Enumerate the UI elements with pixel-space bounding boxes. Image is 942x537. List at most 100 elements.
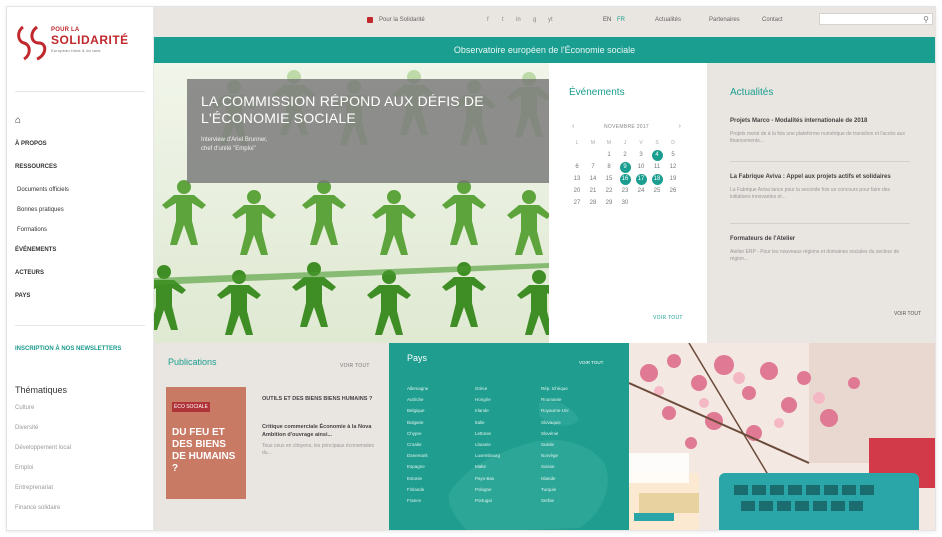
country-link[interactable]: Slovaquie [541, 417, 569, 428]
nav-contact[interactable]: Contact [762, 17, 783, 23]
calendar-day[interactable]: 8 [601, 161, 617, 173]
country-link[interactable]: Pays-Bas [475, 473, 500, 484]
sidebar-section[interactable]: À PROPOS [15, 139, 147, 149]
country-link[interactable]: Autriche [407, 394, 428, 405]
events-title[interactable]: Événements [569, 87, 625, 98]
sidebar-subitem[interactable]: Formations [15, 225, 147, 235]
country-link[interactable]: Estonie [407, 473, 428, 484]
theme-item[interactable]: Emploi [15, 465, 71, 471]
nav-partenaires[interactable]: Partenaires [709, 17, 740, 23]
sidebar-section[interactable]: PAYS [15, 291, 147, 301]
newsletter-link[interactable]: INSCRIPTION À NOS NEWSLETTERS [15, 345, 135, 354]
sidebar-subitem[interactable]: Bonnes pratiques [15, 205, 147, 215]
calendar-day[interactable]: 28 [585, 197, 601, 209]
calendar-day[interactable]: 27 [569, 197, 585, 209]
country-link[interactable]: Lettonie [475, 428, 500, 439]
calendar-day[interactable]: 18 [651, 173, 663, 185]
country-link[interactable]: Espagne [407, 461, 428, 472]
country-link[interactable]: Belgique [407, 405, 428, 416]
hero-title[interactable]: LA COMMISSION RÉPOND AUX DÉFIS DE L'ÉCON… [201, 93, 538, 127]
search-icon[interactable]: ⚲ [923, 15, 929, 24]
news-more-link[interactable]: VOIR TOUT [894, 311, 921, 317]
nav-actualites[interactable]: Actualités [655, 17, 681, 23]
calendar-day[interactable]: 4 [651, 149, 663, 161]
donate-link[interactable]: Pour la Solidarité [379, 17, 425, 23]
sidebar-section[interactable]: ACTEURS [15, 268, 147, 278]
calendar-day[interactable]: 17 [635, 173, 647, 185]
news-item[interactable]: Projets Marco - Modalités internationale… [730, 117, 910, 145]
search-input[interactable]: ⚲ [819, 13, 933, 25]
home-icon[interactable]: ⌂ [15, 115, 21, 126]
country-link[interactable]: Norvège [541, 450, 569, 461]
sidebar-section[interactable]: ÉVÉNEMENTS [15, 245, 147, 255]
country-link[interactable]: Hongrie [475, 394, 500, 405]
country-link[interactable]: Finlande [407, 484, 428, 495]
calendar-day[interactable]: 12 [665, 161, 681, 173]
country-link[interactable]: Serbie [541, 495, 569, 506]
country-link[interactable]: Grèce [475, 383, 500, 394]
lang-fr[interactable]: FR [617, 17, 625, 23]
calendar-day[interactable]: 10 [633, 161, 649, 173]
country-link[interactable]: Danemark [407, 450, 428, 461]
country-link[interactable]: Pologne [475, 484, 500, 495]
hero-feature[interactable]: LA COMMISSION RÉPOND AUX DÉFIS DE L'ÉCON… [154, 63, 549, 343]
calendar-day[interactable]: 11 [649, 161, 665, 173]
country-link[interactable]: Italie [475, 417, 500, 428]
country-link[interactable]: Portugal [475, 495, 500, 506]
theme-item[interactable]: Développement local [15, 445, 71, 451]
publications-title[interactable]: Publications [168, 357, 217, 367]
events-more-link[interactable]: VOIR TOUT [653, 315, 683, 321]
countries-title[interactable]: Pays [407, 353, 427, 363]
news-item[interactable]: Formateurs de l'Atelier Atelier ERP - Po… [730, 235, 910, 263]
social-icon[interactable]: g [533, 17, 536, 23]
country-link[interactable]: Malte [475, 461, 500, 472]
theme-item[interactable]: Diversité [15, 425, 71, 431]
publication-item[interactable]: Critique commerciale Économie à la Nova … [262, 423, 382, 457]
publication-title[interactable]: OUTILS ET DES BIENS BIENS HUMAINS ? [262, 395, 382, 403]
country-link[interactable]: Croatie [407, 439, 428, 450]
calendar-day[interactable]: 23 [617, 185, 633, 197]
calendar-day[interactable]: 29 [601, 197, 617, 209]
country-link[interactable]: Royaume-Uni [541, 405, 569, 416]
calendar-day[interactable]: 30 [617, 197, 633, 209]
calendar-next-button[interactable]: › [679, 123, 681, 130]
country-link[interactable]: Suisse [541, 461, 569, 472]
calendar-day[interactable]: 13 [569, 173, 585, 185]
calendar-day[interactable]: 20 [569, 185, 585, 197]
calendar-day[interactable]: 5 [665, 149, 681, 161]
country-link[interactable]: Roumanie [541, 394, 569, 405]
calendar-day[interactable]: 3 [633, 149, 649, 161]
country-link[interactable]: Turquie [541, 484, 569, 495]
country-link[interactable]: Rép. tchèque [541, 383, 569, 394]
calendar-day[interactable]: 26 [665, 185, 681, 197]
country-link[interactable]: Suède [541, 439, 569, 450]
social-icon[interactable]: in [516, 17, 521, 23]
calendar-day[interactable]: 24 [633, 185, 649, 197]
calendar-day[interactable]: 25 [649, 185, 665, 197]
country-link[interactable]: France [407, 495, 428, 506]
country-link[interactable]: Slovénie [541, 428, 569, 439]
country-link[interactable]: Chypre [407, 428, 428, 439]
calendar-day[interactable]: 21 [585, 185, 601, 197]
sidebar-section[interactable]: RESSOURCES [15, 162, 147, 172]
sidebar-subitem[interactable]: Documents officiels [15, 185, 147, 195]
countries-more-link[interactable]: VOIR TOUT [579, 360, 603, 365]
publications-more-link[interactable]: VOIR TOUT [340, 363, 370, 369]
country-link[interactable]: Bulgarie [407, 417, 428, 428]
country-link[interactable]: Lituanie [475, 439, 500, 450]
calendar-day[interactable]: 15 [601, 173, 617, 185]
calendar-day[interactable]: 9 [619, 161, 631, 173]
calendar-day[interactable]: 6 [569, 161, 585, 173]
calendar-day[interactable]: 1 [601, 149, 617, 161]
theme-item[interactable]: Culture [15, 405, 71, 411]
news-item-title[interactable]: La Fabrique Aviva : Appel aux projets ac… [730, 173, 910, 181]
theme-item[interactable]: Finance solidaire [15, 505, 71, 511]
site-banner[interactable]: Observatoire européen de l'Économie soci… [154, 37, 935, 63]
country-link[interactable]: Luxembourg [475, 450, 500, 461]
calendar-day[interactable]: 16 [619, 173, 631, 185]
publication-item[interactable]: OUTILS ET DES BIENS BIENS HUMAINS ? [262, 395, 382, 403]
publication-title[interactable]: Critique commerciale Économie à la Nova … [262, 423, 382, 439]
calendar-day[interactable]: 14 [585, 173, 601, 185]
calendar-day[interactable]: 7 [585, 161, 601, 173]
calendar-day[interactable]: 22 [601, 185, 617, 197]
